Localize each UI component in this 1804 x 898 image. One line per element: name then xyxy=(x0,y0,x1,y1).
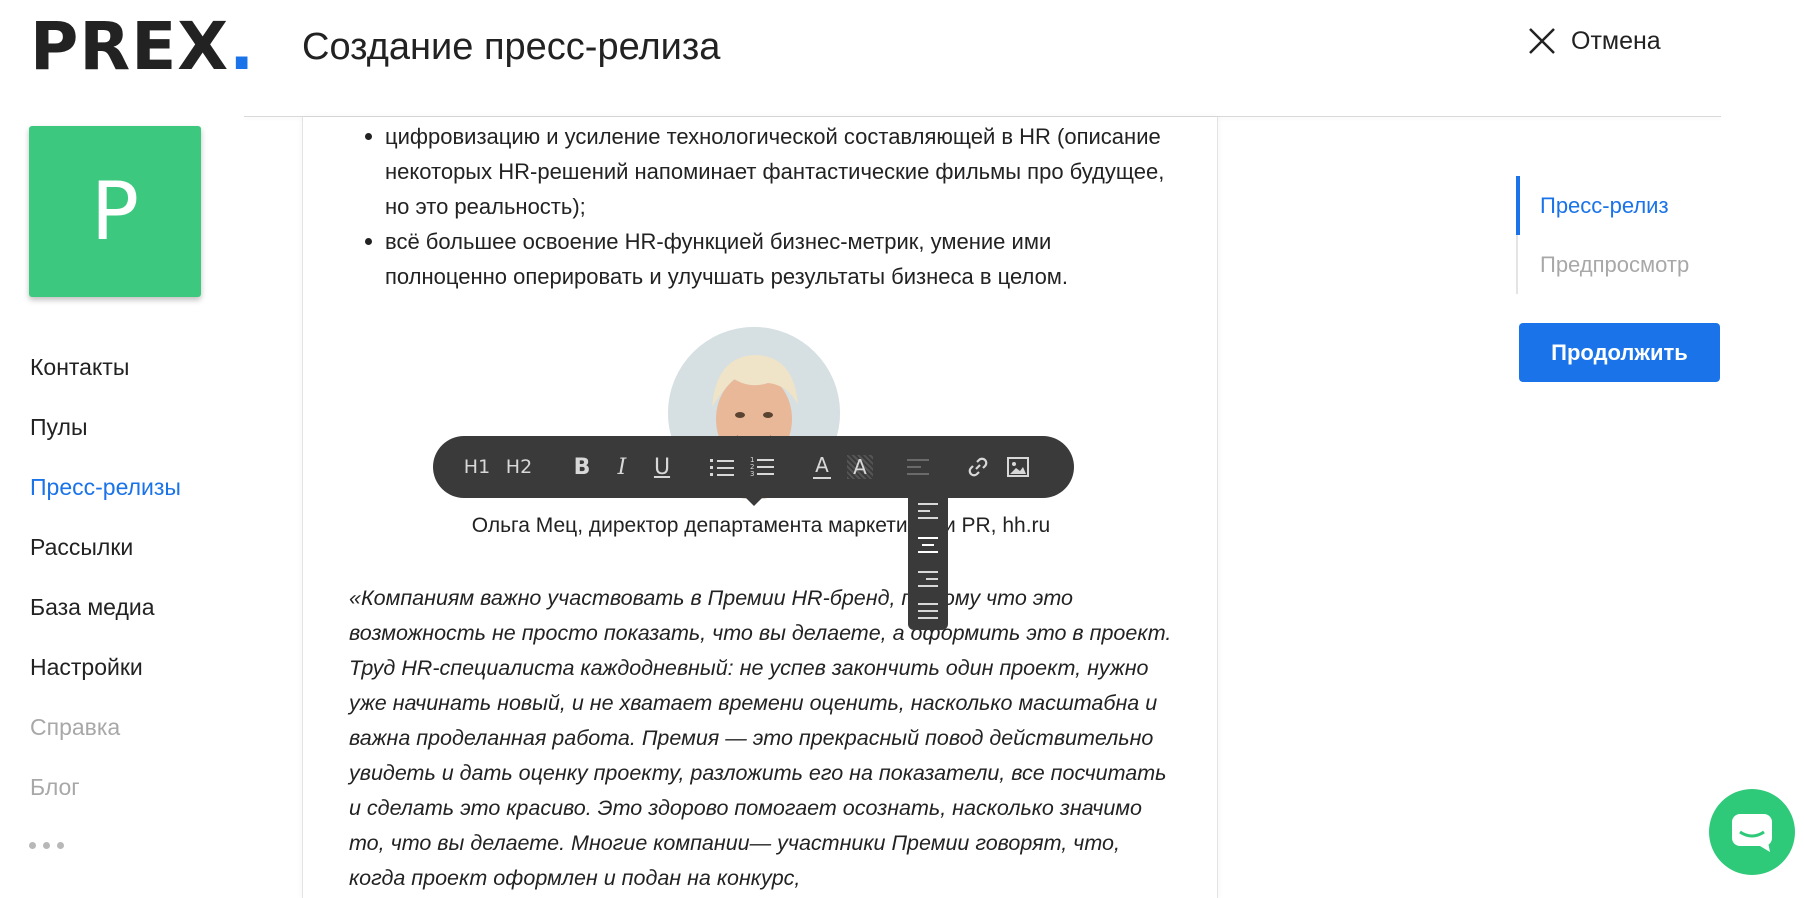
align-left-icon xyxy=(907,459,929,475)
step-press-release[interactable]: Пресс-релиз xyxy=(1540,193,1669,219)
list-item[interactable]: цифровизацию и усиление технологической … xyxy=(365,119,1175,224)
text-color-label: A xyxy=(815,452,829,477)
bullet-list-icon xyxy=(710,459,734,476)
image-button[interactable] xyxy=(1003,452,1033,482)
align-justify-option[interactable] xyxy=(913,596,943,626)
sidebar-item-media-base[interactable]: База медиа xyxy=(30,582,181,642)
bold-button[interactable]: B xyxy=(567,452,597,482)
steps-active-indicator xyxy=(1516,176,1520,235)
cancel-label: Отмена xyxy=(1571,26,1661,55)
highlight-button[interactable]: A xyxy=(847,455,873,479)
brand-dot: . xyxy=(229,8,256,85)
sidebar-item-pools[interactable]: Пулы xyxy=(30,402,181,462)
sidebar-item-press-releases[interactable]: Пресс-релизы xyxy=(30,462,181,522)
brand-name: PREX xyxy=(30,8,230,85)
align-center-icon xyxy=(918,537,938,553)
align-right-option[interactable] xyxy=(913,564,943,594)
chat-icon xyxy=(1732,814,1772,852)
sidebar-nav: Контакты Пулы Пресс-релизы Рассылки База… xyxy=(30,342,181,822)
align-button[interactable] xyxy=(903,452,933,482)
svg-text:3: 3 xyxy=(750,470,754,478)
toolbar-pointer xyxy=(745,497,763,506)
chat-widget-button[interactable] xyxy=(1709,789,1795,875)
align-justify-icon xyxy=(918,603,938,619)
brand-logo[interactable]: PREX. xyxy=(30,14,255,80)
continue-button[interactable]: Продолжить xyxy=(1519,323,1720,382)
italic-button[interactable]: I xyxy=(607,452,637,482)
editor-area[interactable]: цифровизацию и усиление технологической … xyxy=(302,117,1218,898)
step-preview[interactable]: Предпросмотр xyxy=(1540,252,1689,278)
link-icon xyxy=(968,457,988,477)
numbered-list-icon: 123 xyxy=(750,456,774,478)
highlight-label: A xyxy=(853,455,867,479)
bullet-list[interactable]: цифровизацию и усиление технологической … xyxy=(365,119,1175,294)
sidebar-item-blog[interactable]: Блог xyxy=(30,762,181,822)
sidebar-item-mailings[interactable]: Рассылки xyxy=(30,522,181,582)
numbered-list-button[interactable]: 123 xyxy=(747,452,777,482)
image-icon xyxy=(1007,457,1029,477)
page-title: Создание пресс-релиза xyxy=(302,26,721,68)
bullet-list-button[interactable] xyxy=(707,452,737,482)
sidebar-item-settings[interactable]: Настройки xyxy=(30,642,181,702)
align-right-icon xyxy=(918,571,938,587)
align-left-icon xyxy=(918,503,938,519)
bold-label: B xyxy=(573,454,591,480)
align-menu xyxy=(908,490,948,630)
italic-label: I xyxy=(617,454,627,480)
sidebar-item-help[interactable]: Справка xyxy=(30,702,181,762)
close-icon xyxy=(1529,28,1555,54)
avatar[interactable]: P xyxy=(29,126,201,297)
cancel-button[interactable]: Отмена xyxy=(1527,26,1661,56)
link-button[interactable] xyxy=(963,452,993,482)
align-center-option[interactable] xyxy=(913,530,943,560)
image-caption[interactable]: Ольга Мец, директор департамента маркети… xyxy=(303,514,1217,538)
heading1-button[interactable]: H1 xyxy=(459,452,495,482)
format-toolbar: H1 H2 B I U 123 A A xyxy=(433,436,1074,498)
quote-paragraph[interactable]: «Компаниям важно участвовать в Премии HR… xyxy=(349,581,1179,896)
h2-label: H2 xyxy=(505,456,533,478)
sidebar-item-contacts[interactable]: Контакты xyxy=(30,342,181,402)
h1-label: H1 xyxy=(463,456,491,478)
color-underline xyxy=(813,476,831,479)
heading2-button[interactable]: H2 xyxy=(501,452,537,482)
underline-button[interactable]: U xyxy=(647,452,677,482)
avatar-letter: P xyxy=(90,165,140,258)
align-left-option[interactable] xyxy=(913,496,943,526)
list-item[interactable]: всё большее освоение HR-функцией бизнес-… xyxy=(365,224,1175,294)
underline-label: U xyxy=(653,454,671,480)
text-color-button[interactable]: A xyxy=(807,452,837,482)
more-icon[interactable] xyxy=(29,842,64,849)
